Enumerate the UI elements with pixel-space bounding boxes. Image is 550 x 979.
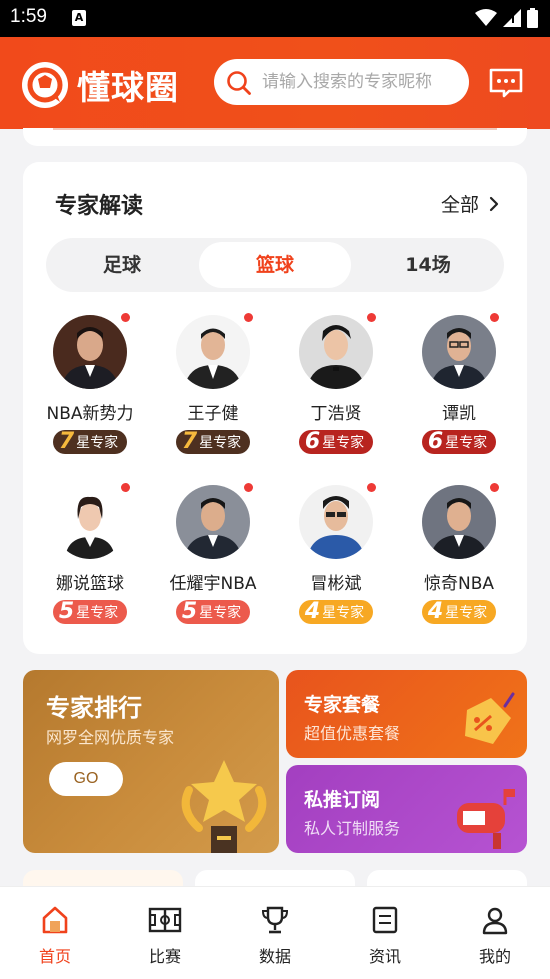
notification-icon: A — [72, 10, 86, 26]
tab-data[interactable]: 数据 — [220, 887, 330, 979]
expert-level-badge: 6 星专家 — [298, 430, 374, 454]
expert-avatar — [176, 485, 250, 559]
tab-matches[interactable]: 比赛 — [110, 887, 220, 979]
tab-news[interactable]: 资讯 — [330, 887, 440, 979]
ranking-go-button[interactable]: GO — [49, 762, 123, 796]
tab-matches-label: 比赛 — [148, 947, 181, 966]
private-subscription-banner[interactable]: 私推订阅 私人订制服务 — [286, 765, 527, 853]
expert-name: 惊奇NBA — [423, 574, 494, 594]
expert-card[interactable]: 任耀宇NBA 5 星专家 — [153, 483, 273, 624]
expert-avatar — [53, 315, 127, 389]
package-subtitle: 超值优惠套餐 — [304, 724, 401, 743]
tab-me-label: 我的 — [478, 947, 511, 966]
expert-card[interactable]: 娜说篮球 5 星专家 — [30, 483, 150, 624]
tab-home-label: 首页 — [38, 947, 71, 966]
expert-name: 丁浩贤 — [310, 404, 362, 424]
expert-avatar — [176, 315, 250, 389]
expert-avatar — [422, 315, 496, 389]
online-dot — [244, 483, 253, 492]
expert-name: 王子健 — [187, 404, 239, 424]
view-all-button[interactable]: 全部 — [441, 190, 499, 217]
expert-name: 娜说篮球 — [56, 574, 124, 594]
trophy-icon — [261, 906, 289, 934]
expert-card[interactable]: 丁浩贤 6 星专家 — [276, 313, 396, 454]
sport-tabs: 足球 篮球 14场 — [46, 238, 504, 292]
view-all-label: 全部 — [440, 194, 479, 216]
app-name: 懂球圈 — [77, 68, 179, 107]
battery-icon — [527, 8, 538, 28]
expert-level-badge: 4 星专家 — [298, 600, 374, 624]
chevron-right-icon — [489, 196, 499, 211]
expert-name: 谭凯 — [442, 404, 476, 424]
expert-card[interactable]: 王子健 7 星专家 — [153, 313, 273, 454]
expert-level-badge: 7 星专家 — [175, 430, 251, 454]
expert-card[interactable]: 谭凯 6 星专家 — [399, 313, 519, 454]
experts-card: 专家解读 全部 足球 篮球 14场 NBA新势力 7星专家 王子健 7星专家 — [23, 162, 527, 654]
expert-name: NBA新势力 — [46, 404, 134, 424]
status-bar: 1:59 A — [0, 0, 550, 37]
trophy-icon — [181, 760, 267, 853]
discount-tag-icon — [465, 692, 515, 744]
status-time: 1:59 — [10, 6, 47, 27]
signal-icon — [503, 9, 521, 27]
expert-card[interactable]: 冒彬斌 4 星专家 — [276, 483, 396, 624]
expert-ranking-banner[interactable]: 专家排行 网罗全网优质专家 GO — [23, 670, 279, 853]
subscription-title: 私推订阅 — [304, 789, 381, 811]
expert-level-badge: 6 星专家 — [421, 430, 497, 454]
tab-home[interactable]: 首页 — [0, 887, 110, 979]
ranking-subtitle: 网罗全网优质专家 — [46, 728, 175, 747]
user-icon — [482, 907, 508, 935]
tab-football[interactable]: 足球 — [46, 242, 198, 288]
search-icon — [227, 71, 251, 95]
news-icon — [372, 906, 398, 934]
expert-name: 冒彬斌 — [310, 574, 362, 594]
expert-avatar — [53, 485, 127, 559]
court-icon — [148, 907, 182, 933]
tab-14-matches[interactable]: 14场 — [352, 242, 504, 288]
expert-avatar — [299, 485, 373, 559]
expert-avatar — [422, 485, 496, 559]
tab-me[interactable]: 我的 — [440, 887, 550, 979]
section-title: 专家解读 — [55, 194, 144, 219]
expert-name: 任耀宇NBA — [169, 574, 257, 594]
online-dot — [121, 313, 130, 322]
system-icons — [475, 8, 538, 28]
tab-basketball[interactable]: 篮球 — [199, 242, 351, 288]
search-bar[interactable] — [214, 59, 469, 105]
online-dot — [367, 483, 376, 492]
banner-bottom-edge — [23, 128, 527, 146]
message-button[interactable] — [488, 67, 524, 99]
expert-card[interactable]: NBA新势力 7 星专家 — [30, 313, 150, 454]
expert-level-badge: 5 星专家 — [52, 600, 128, 624]
expert-package-banner[interactable]: 专家套餐 超值优惠套餐 — [286, 670, 527, 758]
expert-avatar — [299, 315, 373, 389]
search-input[interactable] — [262, 59, 462, 105]
bottom-tab-bar: 首页 比赛 数据 资讯 我的 — [0, 886, 550, 979]
app-header: 懂球圈 — [0, 37, 550, 129]
home-icon — [42, 906, 68, 934]
online-dot — [490, 483, 499, 492]
online-dot — [121, 483, 130, 492]
subscription-subtitle: 私人订制服务 — [304, 819, 401, 838]
tab-data-label: 数据 — [258, 947, 291, 966]
online-dot — [490, 313, 499, 322]
package-title: 专家套餐 — [304, 694, 381, 716]
expert-level-badge: 7 星专家 — [52, 430, 128, 454]
wifi-icon — [475, 9, 497, 26]
mailbox-icon — [457, 789, 515, 849]
message-icon — [489, 68, 523, 98]
expert-level-badge: 5 星专家 — [175, 600, 251, 624]
logo-icon — [22, 62, 68, 108]
expert-card[interactable]: 惊奇NBA 4 星专家 — [399, 483, 519, 624]
expert-level-badge: 4 星专家 — [421, 600, 497, 624]
ranking-title: 专家排行 — [46, 694, 142, 722]
online-dot — [367, 313, 376, 322]
online-dot — [244, 313, 253, 322]
tab-news-label: 资讯 — [368, 947, 401, 966]
